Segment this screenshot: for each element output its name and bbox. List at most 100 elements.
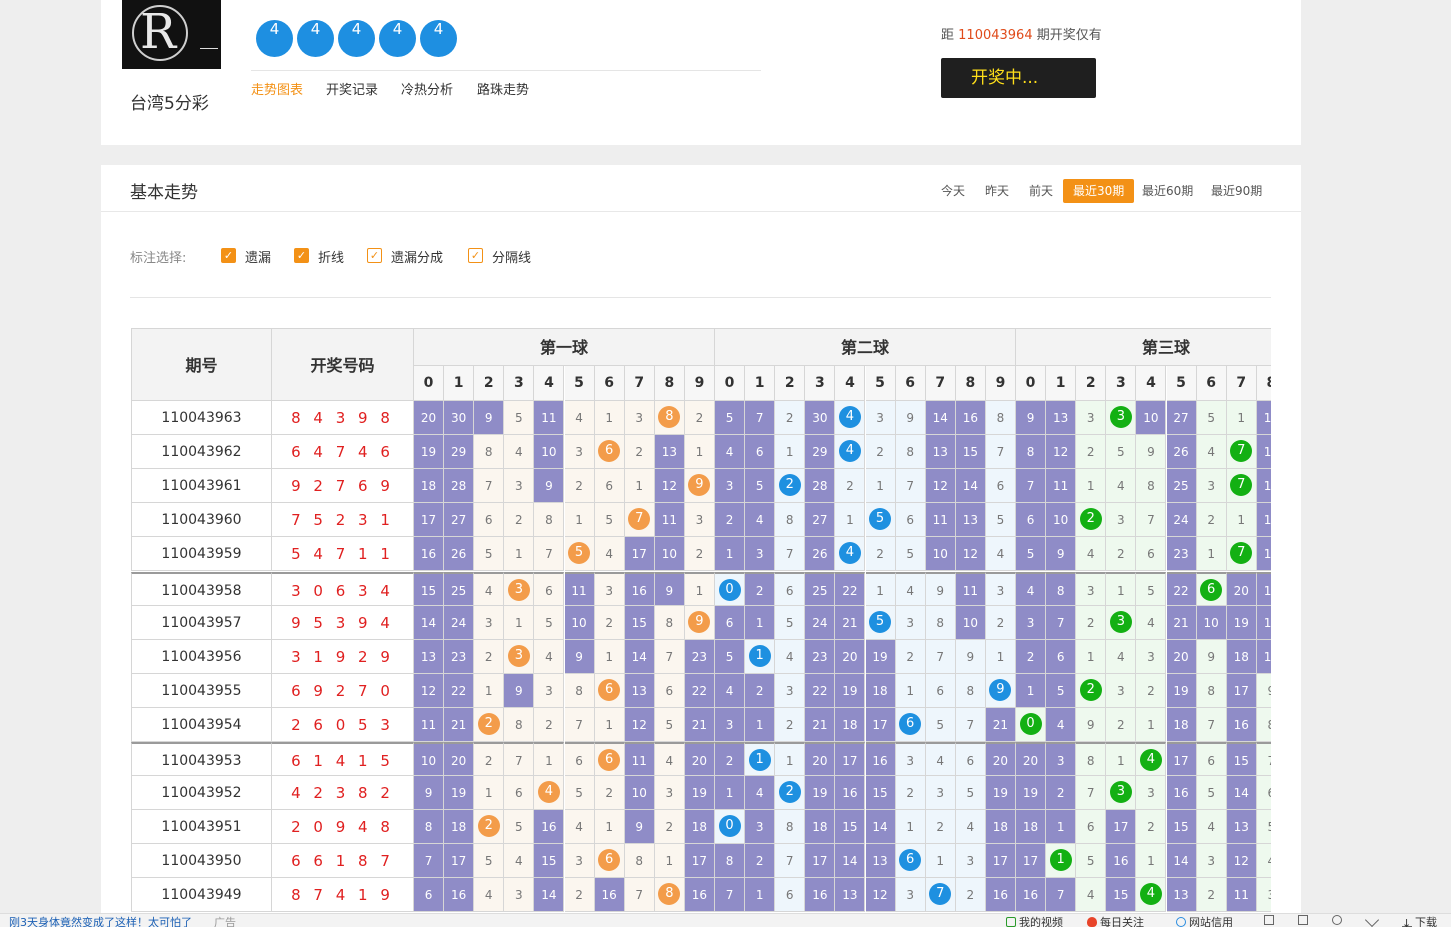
omission-cell: 17	[1016, 844, 1047, 879]
site-credit-button[interactable]: 网站信用	[1176, 914, 1233, 927]
omission-cell: 8	[504, 707, 535, 742]
omission-cell: 8	[474, 435, 505, 470]
range-tab-today[interactable]: 今天	[931, 179, 975, 203]
omission-cell: 1	[1226, 503, 1257, 538]
range-tab-day-before[interactable]: 前天	[1019, 179, 1063, 203]
omission-cell: 5	[654, 707, 685, 742]
omission-cell: 12	[1256, 571, 1271, 606]
daily-focus-button[interactable]: 每日关注	[1087, 914, 1144, 927]
range-tab-last-30[interactable]: 最近30期	[1063, 179, 1135, 203]
range-tab-last-90[interactable]: 最近90期	[1201, 179, 1272, 203]
header-digit: 8	[955, 366, 986, 401]
omission-cell: 21	[835, 605, 866, 640]
omission-cell: 0	[715, 571, 746, 606]
hit-ball: 4	[838, 440, 861, 463]
omission-cell: 4	[504, 435, 535, 470]
omission-cell: 3	[654, 776, 685, 811]
omission-cell: 10	[1046, 503, 1077, 538]
omission-cell: 5	[865, 605, 896, 640]
status-label: 我的视频	[1019, 916, 1063, 927]
draw-numbers-cell: 2 6 0 5 3	[272, 707, 414, 742]
hit-ball: 1	[1049, 849, 1072, 872]
header-digit: 1	[1046, 366, 1077, 401]
omission-cell: 9	[534, 469, 565, 504]
omission-cell: 5	[955, 776, 986, 811]
omission-cell: 1	[474, 673, 505, 708]
header-digit: 6	[1196, 366, 1227, 401]
header-issue: 期号	[131, 328, 272, 401]
omission-cell: 4	[925, 742, 956, 777]
hit-ball: 6	[598, 440, 621, 463]
checkbox-label: 分隔线	[492, 251, 532, 266]
omission-cell: 3	[594, 571, 625, 606]
omission-cell: 9	[624, 810, 655, 845]
range-tab-yesterday[interactable]: 昨天	[975, 179, 1019, 203]
range-tab-last-60[interactable]: 最近60期	[1132, 179, 1203, 203]
omission-cell: 4	[1106, 639, 1137, 674]
omission-cell: 8	[925, 605, 956, 640]
omission-cell: 5	[1106, 435, 1137, 470]
omission-cell: 24	[444, 605, 475, 640]
omission-cell: 2	[775, 776, 806, 811]
omission-cell: 1	[925, 844, 956, 879]
hit-ball: 2	[1079, 508, 1102, 531]
check-icon: ✓	[294, 248, 309, 263]
omission-cell: 4	[1136, 605, 1167, 640]
omission-cell: 13	[1046, 401, 1077, 436]
omission-cell: 12	[1256, 401, 1271, 436]
omission-cell: 25	[1166, 469, 1197, 504]
omission-cell: 13	[835, 878, 866, 913]
hit-ball: 4	[838, 406, 861, 428]
header-digit: 3	[504, 366, 535, 401]
omission-cell: 9	[414, 776, 445, 811]
hit-ball: 0	[718, 578, 741, 601]
omission-cell: 9	[654, 571, 685, 606]
omission-cell: 16	[414, 537, 445, 572]
omission-cell: 8	[654, 605, 685, 640]
header-digit: 5	[865, 366, 896, 401]
image-button[interactable]	[1298, 914, 1311, 927]
download-button[interactable]: ↓ 下载	[1402, 914, 1437, 927]
news-link[interactable]: 刚3天身体竟然变成了这样！太可怕了	[9, 914, 192, 927]
omission-cell: 20	[1226, 571, 1257, 606]
omission-cell: 16	[865, 742, 896, 777]
omission-cell: 5	[745, 469, 776, 504]
omission-cell: 1	[624, 469, 655, 504]
browser-status-bar: 刚3天身体竟然变成了这样！太可怕了 广告 我的视频 每日关注 网站信用 ↓ 下载	[0, 913, 1451, 927]
omission-cell: 18	[414, 469, 445, 504]
omission-cell: 4	[1196, 810, 1227, 845]
omission-cell: 9	[955, 639, 986, 674]
omission-cell: 3	[1106, 401, 1137, 436]
omission-cell: 4	[835, 435, 866, 470]
omission-cell: 4	[1136, 878, 1167, 913]
omission-cell: 2	[1076, 435, 1107, 470]
omission-cell: 11	[1046, 469, 1077, 504]
omission-cell: 19	[1166, 673, 1197, 708]
tab-bead-road[interactable]: 路珠走势	[477, 79, 529, 98]
omission-cell: 8	[1196, 673, 1227, 708]
my-video-button[interactable]: 我的视频	[1006, 914, 1063, 927]
tab-draw-history[interactable]: 开奖记录	[326, 79, 378, 98]
omission-cell: 17	[835, 742, 866, 777]
issue-cell: 110043954	[131, 707, 272, 742]
hit-ball: 8	[658, 406, 681, 428]
omission-cell: 3	[715, 469, 746, 504]
tab-hot-cold[interactable]: 冷热分析	[401, 79, 453, 98]
omission-cell: 12	[1226, 844, 1257, 879]
omission-cell: 16	[534, 810, 565, 845]
omission-cell: 5	[1016, 537, 1047, 572]
omission-cell: 6	[414, 878, 445, 913]
omission-cell: 15	[414, 571, 445, 606]
omission-cell: 1	[534, 742, 565, 777]
tools-button[interactable]	[1264, 914, 1277, 927]
omission-cell: 11	[624, 742, 655, 777]
draw-status-button[interactable]: 开奖中...	[941, 58, 1096, 98]
send-button[interactable]	[1364, 914, 1380, 927]
omission-cell: 3	[1196, 844, 1227, 879]
hit-ball: 3	[1109, 610, 1132, 633]
omission-cell: 3	[564, 844, 595, 879]
omission-cell: 4	[474, 571, 505, 606]
link-button[interactable]	[1332, 914, 1345, 927]
omission-cell: 7	[895, 469, 926, 504]
tab-trend-chart[interactable]: 走势图表	[251, 79, 303, 98]
